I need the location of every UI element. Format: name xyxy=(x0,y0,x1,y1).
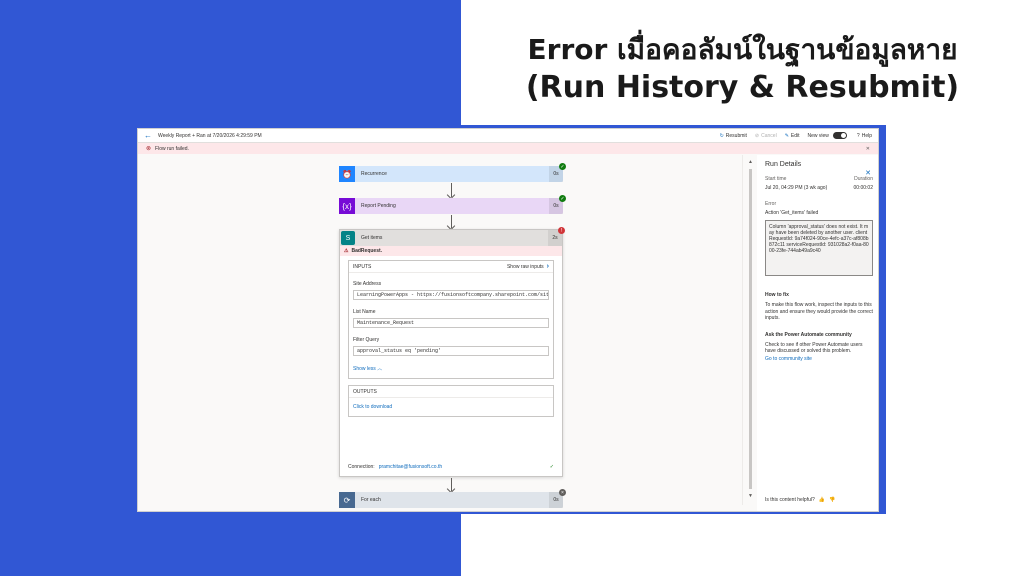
field-label: Filter Query xyxy=(353,337,380,343)
flow-run-screenshot: ← Weekly Report + Ran at 7/20/2026 4:29:… xyxy=(137,128,879,512)
run-title: Weekly Report + Ran at 7/20/2026 4:29:59… xyxy=(158,132,262,139)
step-report-pending[interactable]: {x} Report Pending 0s ✓ xyxy=(339,195,566,214)
thumbs-down-icon[interactable]: 👎 xyxy=(829,497,835,503)
success-check-icon: ✓ xyxy=(559,195,566,202)
step-label: For each xyxy=(361,497,381,503)
connection-value[interactable]: pramchitae@fusionsoft.co.th xyxy=(379,464,442,470)
flow-canvas: ⏰ Recurrence 0s ✓ {x} Report Pending 0s … xyxy=(148,155,743,508)
helpful-question: Is this content helpful? xyxy=(765,497,815,503)
connector-arrow xyxy=(451,478,452,491)
step-label: Get items xyxy=(361,235,383,241)
edit-button[interactable]: ✎ Edit xyxy=(785,133,800,139)
how-to-fix-label: How to fix xyxy=(765,292,789,298)
step-label: Recurrence xyxy=(361,171,387,177)
connector-arrow xyxy=(451,183,452,197)
error-details-box[interactable]: Column 'approval_status' does not exist.… xyxy=(765,220,873,276)
help-icon: ? xyxy=(856,132,860,139)
duration-value: 00:00:02 xyxy=(853,185,873,191)
step-for-each[interactable]: ⟳ For each 0s × xyxy=(339,489,566,508)
error-label: Error xyxy=(765,201,777,207)
check-circle-icon: ✓ xyxy=(549,464,554,470)
community-link[interactable]: Go to community site xyxy=(765,356,873,362)
toggle-switch-icon xyxy=(832,132,847,139)
error-badge-icon: ! xyxy=(558,227,565,234)
error-banner-text: Flow run failed. xyxy=(155,145,189,152)
skipped-icon: × xyxy=(559,489,566,496)
error-title: Action 'Get_items' failed xyxy=(765,210,819,216)
field-label: List Name xyxy=(353,309,376,315)
step-recurrence[interactable]: ⏰ Recurrence 0s ✓ xyxy=(339,163,566,182)
scroll-up-icon[interactable]: ▲ xyxy=(748,159,753,165)
top-bar: ← Weekly Report + Ran at 7/20/2026 4:29:… xyxy=(138,129,878,143)
cancel-button[interactable]: ⊘ Cancel xyxy=(755,133,777,139)
site-address-value[interactable]: LearningPowerApps - https://fusionsoftco… xyxy=(353,290,549,300)
new-view-toggle[interactable]: New view xyxy=(808,132,849,139)
thumbs-up-icon[interactable]: 👍 xyxy=(819,497,825,503)
loop-icon: ⟳ xyxy=(339,492,355,508)
click-to-download-link[interactable]: Click to download xyxy=(349,398,553,416)
resubmit-icon: ↻ xyxy=(719,132,724,139)
scroll-down-icon[interactable]: ▼ xyxy=(748,493,753,499)
feedback-row: Is this content helpful? 👍 👎 xyxy=(765,497,835,503)
headline-line2: (Run History & Resubmit) xyxy=(525,70,960,105)
warning-icon: ⚠ xyxy=(344,248,349,254)
error-circle-icon: ⊗ xyxy=(146,146,152,152)
run-details-title: Run Details xyxy=(765,161,802,168)
start-time-value: Jul 20, 04:29 PM (3 wk ago) xyxy=(765,185,828,191)
back-arrow-icon[interactable]: ← xyxy=(144,131,152,140)
chevron-right-icon: › xyxy=(546,263,549,270)
step-label: Report Pending xyxy=(361,203,396,209)
success-check-icon: ✓ xyxy=(559,163,566,170)
how-to-fix-text: To make this flow work, inspect the inpu… xyxy=(765,302,873,321)
run-details-panel: Run Details ✕ Start time Duration Jul 20… xyxy=(757,155,878,511)
clock-icon: ⏰ xyxy=(339,166,355,182)
get-items-header[interactable]: S Get items 2s ! xyxy=(340,227,565,246)
inputs-section: INPUTS Show raw inputs › Site Address Lea… xyxy=(348,260,554,379)
scrollbar-thumb[interactable] xyxy=(749,169,752,489)
community-label: Ask the Power Automate community xyxy=(765,331,852,338)
close-icon[interactable]: ✕ xyxy=(865,169,871,177)
outputs-label: OUTPUTS xyxy=(353,388,377,395)
inputs-label: INPUTS xyxy=(353,263,372,270)
help-button[interactable]: ? Help xyxy=(857,133,872,139)
resubmit-button[interactable]: ↻ Resubmit xyxy=(720,133,747,139)
connection-label: Connection: xyxy=(348,464,375,470)
scrollbar[interactable]: ▲ ▼ xyxy=(748,159,753,499)
outputs-section: OUTPUTS Click to download xyxy=(348,385,554,417)
variable-icon: {x} xyxy=(339,198,355,214)
start-time-label: Start time xyxy=(765,176,787,182)
show-less-link[interactable]: Show less ︿ xyxy=(353,365,549,372)
chevron-up-icon: ︿ xyxy=(377,366,383,372)
headline-line1: Error เมื่อคอลัมน์ในฐานข้อมูลหาย xyxy=(527,33,958,66)
community-text: Check to see if other Power Automate use… xyxy=(765,341,863,355)
sharepoint-icon: S xyxy=(341,231,355,245)
error-message: ⚠ BadRequest. xyxy=(340,246,562,256)
cancel-icon: ⊘ xyxy=(754,132,760,139)
step-get-items: S Get items 2s ! ⚠ BadRequest. INPUTS Sh… xyxy=(339,227,565,477)
connector-arrow xyxy=(451,215,452,228)
list-name-value[interactable]: Maintenance_Request xyxy=(353,318,549,328)
connection-row: Connection: pramchitae@fusionsoft.co.th … xyxy=(348,464,554,470)
pencil-icon: ✎ xyxy=(784,132,789,139)
input-fields: Site Address LearningPowerApps - https:/… xyxy=(349,273,553,372)
filter-query-value[interactable]: approval_status eq 'pending' xyxy=(353,346,549,356)
show-raw-inputs-link[interactable]: Show raw inputs › xyxy=(507,263,549,270)
close-icon[interactable]: ✕ xyxy=(866,146,870,152)
field-label: Site Address xyxy=(353,281,382,287)
error-banner: ⊗ Flow run failed. ✕ xyxy=(138,143,878,154)
